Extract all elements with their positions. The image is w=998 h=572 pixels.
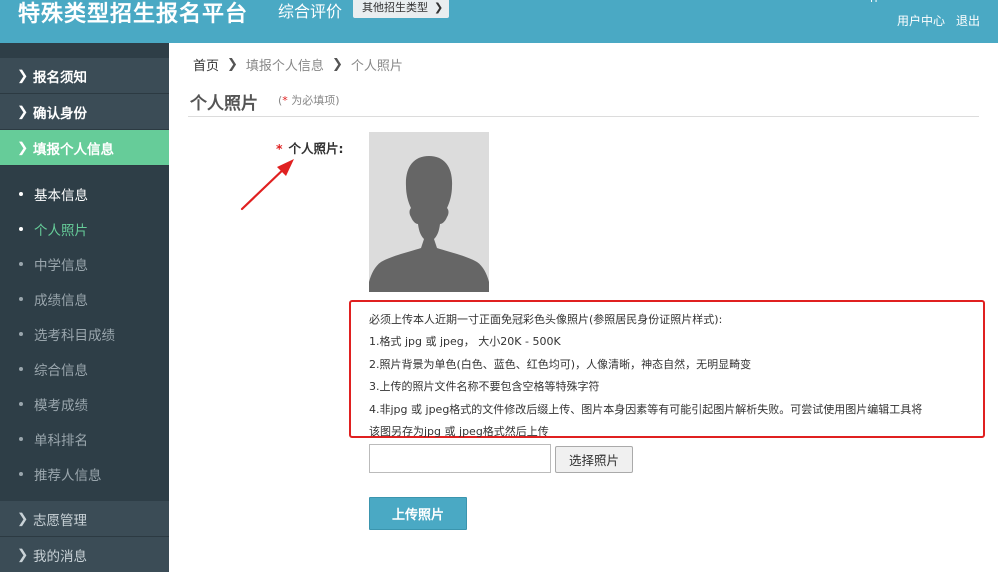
- required-star: *: [282, 94, 288, 107]
- bullet-icon: [19, 191, 23, 196]
- other-type-button[interactable]: 其他招生类型 ❯: [353, 0, 450, 18]
- sidebar-sub-label: 选考科目成绩: [34, 327, 115, 344]
- sidebar-item-personal-info[interactable]: ❯ 填报个人信息: [0, 130, 169, 166]
- page-title: 个人照片: [190, 94, 258, 114]
- upload-photo-button[interactable]: 上传照片: [369, 497, 467, 530]
- breadcrumb: 首页 ❯ 填报个人信息 ❯ 个人照片: [193, 55, 403, 74]
- other-type-label: 其他招生类型: [362, 1, 428, 14]
- sidebar-item-label: 志愿管理: [33, 512, 87, 529]
- chevron-right-icon: ❯: [17, 546, 29, 563]
- sidebar-sub-label: 中学信息: [34, 257, 88, 274]
- requirement-line: 2.照片背景为单色(白色、蓝色、红色均可)，人像清晰，神态自然，无明显畸变: [369, 357, 752, 371]
- sidebar-item-label: 确认身份: [33, 105, 87, 122]
- sidebar-sub-comprehensive[interactable]: 综合信息: [0, 351, 169, 386]
- sidebar-sub-elective-scores[interactable]: 选考科目成绩: [0, 316, 169, 351]
- requirement-line: 3.上传的照片文件名称不要包含空格等特殊字符: [369, 380, 600, 394]
- chevron-right-icon: ❯: [17, 510, 29, 527]
- file-path-input[interactable]: [369, 444, 551, 473]
- user-name-fragment: IT: [870, 0, 886, 4]
- requirements-box: 必须上传本人近期一寸正面免冠彩色头像照片(参照居民身份证照片样式): 1.格式 …: [349, 300, 985, 438]
- requirement-line: 1.格式 jpg 或 jpeg， 大小20K - 500K: [369, 335, 561, 349]
- sidebar-sub-photo[interactable]: 个人照片: [0, 211, 169, 246]
- photo-preview: [369, 132, 489, 292]
- requirement-line: 该图另存为jpg 或 jpeg格式然后上传: [369, 425, 549, 439]
- sidebar-item-messages[interactable]: ❯ 我的消息: [0, 537, 169, 572]
- choose-photo-button[interactable]: 选择照片: [555, 446, 633, 473]
- bullet-icon: [19, 436, 23, 441]
- sidebar-item-volunteer[interactable]: ❯ 志愿管理: [0, 501, 169, 537]
- top-header: 特殊类型招生报名平台 综合评价 其他招生类型 ❯ IT 用户中心 退出: [0, 0, 998, 43]
- bullet-icon: [19, 296, 23, 301]
- bullet-icon: [19, 401, 23, 406]
- sidebar-item-label: 我的消息: [33, 548, 87, 565]
- sidebar-sub-recommender[interactable]: 推荐人信息: [0, 456, 169, 491]
- sidebar-sub-mock-scores[interactable]: 模考成绩: [0, 386, 169, 421]
- sidebar-item-confirm-identity[interactable]: ❯ 确认身份: [0, 94, 169, 130]
- breadcrumb-personal-info[interactable]: 填报个人信息: [246, 55, 324, 74]
- sidebar-sub-label: 推荐人信息: [34, 467, 102, 484]
- bullet-icon: [19, 261, 23, 266]
- requirement-line: 必须上传本人近期一寸正面免冠彩色头像照片(参照居民身份证照片样式):: [369, 313, 723, 326]
- sidebar-sub-label: 模考成绩: [34, 397, 88, 414]
- photo-label-text: 个人照片:: [288, 141, 344, 156]
- chevron-right-icon: ❯: [227, 57, 238, 72]
- title-divider: [188, 116, 979, 117]
- sidebar-item-label: 报名须知: [33, 69, 87, 86]
- section-title: 综合评价: [278, 2, 343, 21]
- breadcrumb-current: 个人照片: [350, 59, 403, 74]
- sidebar-sub-subject-rank[interactable]: 单科排名: [0, 421, 169, 456]
- requirement-line: 4.非jpg 或 jpeg格式的文件修改后缀上传、图片本身因素等有可能引起图片解…: [369, 402, 923, 416]
- chevron-right-icon: ❯: [434, 1, 444, 14]
- sidebar-sub-label: 成绩信息: [34, 292, 88, 309]
- chevron-right-icon: ❯: [17, 67, 29, 84]
- sidebar-item-notice[interactable]: ❯ 报名须知: [0, 58, 169, 94]
- chevron-right-icon: ❯: [331, 57, 343, 72]
- required-note-close: ): [335, 94, 340, 107]
- sidebar-sub-label: 基本信息: [34, 187, 88, 204]
- sidebar-sub-school-info[interactable]: 中学信息: [0, 246, 169, 281]
- bullet-icon: [19, 471, 23, 476]
- bullet-icon: [19, 366, 23, 371]
- user-center-link[interactable]: 用户中心: [897, 12, 945, 29]
- breadcrumb-home[interactable]: 首页: [193, 55, 219, 74]
- sidebar-sub-label: 单科排名: [34, 432, 88, 449]
- chevron-right-icon: ❯: [17, 103, 29, 120]
- sidebar-item-label: 填报个人信息: [33, 141, 114, 158]
- bullet-icon: [19, 331, 23, 336]
- sidebar-sub-label: 个人照片: [34, 222, 88, 239]
- header-links: 用户中心 退出: [897, 12, 980, 29]
- avatar-silhouette-icon: [369, 132, 489, 292]
- required-note-text: 为必填项: [291, 94, 336, 107]
- sidebar-sub-label: 综合信息: [34, 362, 88, 379]
- logout-link[interactable]: 退出: [956, 12, 980, 29]
- annotation-arrow-icon: [240, 159, 294, 211]
- sidebar-sub-basic-info[interactable]: 基本信息: [0, 176, 169, 211]
- bullet-icon: [19, 226, 23, 231]
- required-star: *: [276, 141, 283, 156]
- required-note: (* 为必填项): [278, 92, 340, 108]
- site-title: 特殊类型招生报名平台: [18, 2, 249, 27]
- chevron-right-icon: ❯: [17, 139, 29, 156]
- sidebar-sub-scores[interactable]: 成绩信息: [0, 281, 169, 316]
